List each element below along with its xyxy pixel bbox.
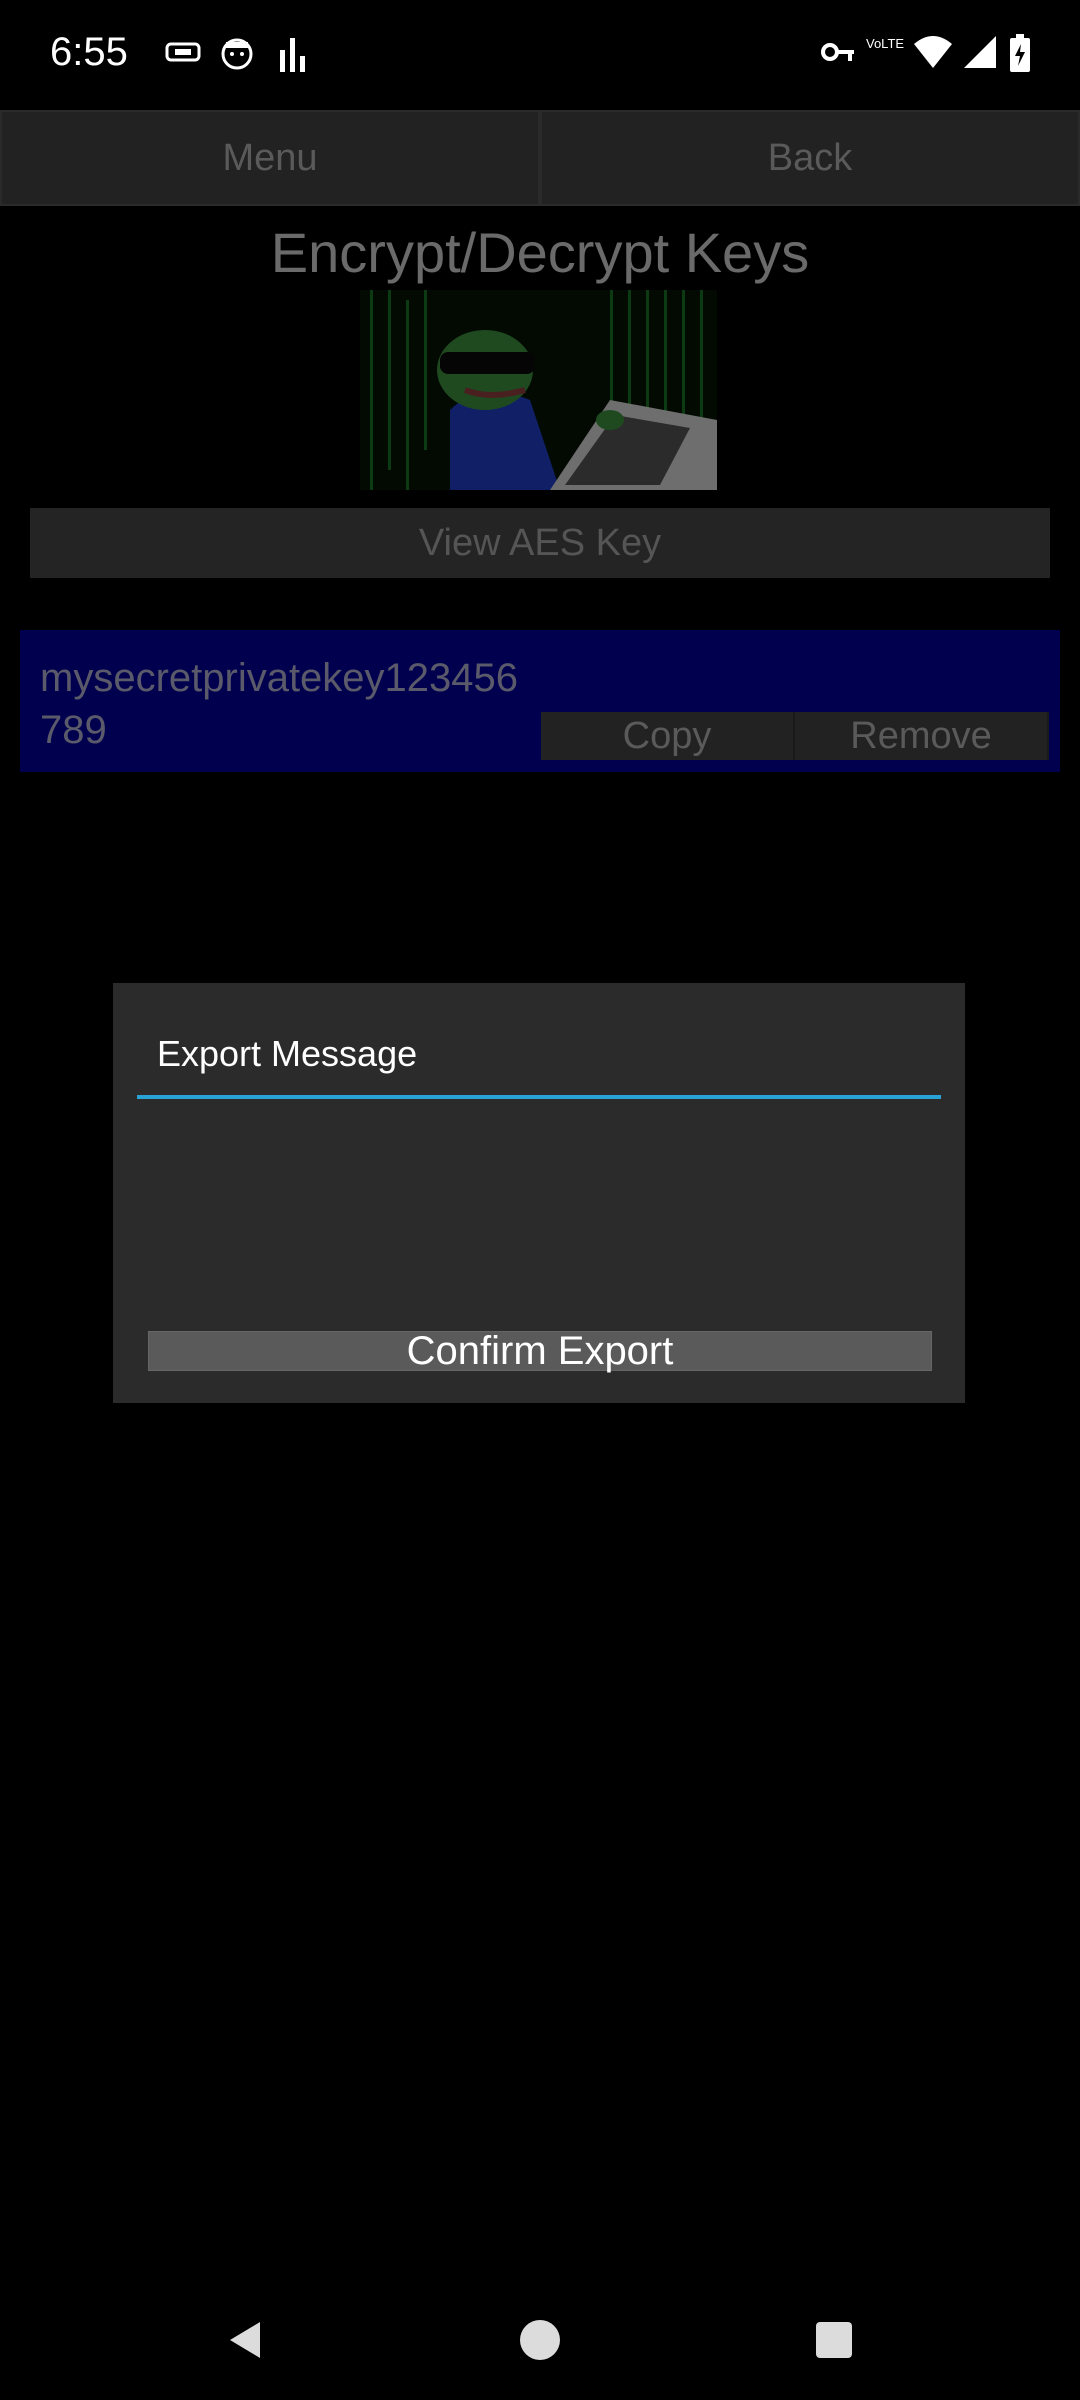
key-icon (821, 43, 854, 61)
view-aes-key-label: View AES Key (418, 521, 662, 564)
volte-icon: VoLTE (866, 36, 905, 51)
export-dialog: Export Message Confirm Export (113, 983, 965, 1403)
export-message-input[interactable]: Export Message (137, 1033, 941, 1085)
input-underline (137, 1095, 941, 1099)
copy-button[interactable]: Copy (541, 712, 795, 760)
page-title: Encrypt/Decrypt Keys (270, 221, 810, 284)
top-toolbar: Menu Back (0, 110, 1080, 208)
hacker-illustration (360, 290, 717, 490)
remove-button-label: Remove (850, 714, 992, 757)
view-aes-key-button[interactable]: View AES Key (30, 508, 1050, 578)
status-bar: 6:55 VoLTE (0, 0, 1080, 110)
confirm-export-button[interactable]: Confirm Export (148, 1328, 932, 1373)
home-nav-icon[interactable] (518, 2318, 562, 2362)
menu-button-label: Menu (222, 136, 318, 179)
wifi-icon (914, 36, 952, 68)
volte-label: VoLTE (866, 36, 905, 51)
confirm-export-label: Confirm Export (406, 1328, 674, 1373)
copy-button-label: Copy (622, 714, 712, 757)
export-message-placeholder: Export Message (157, 1033, 418, 1074)
battery-icon (1010, 34, 1030, 72)
back-button-label: Back (767, 136, 853, 179)
menu-button[interactable]: Menu (0, 110, 540, 206)
cast-icon (165, 42, 201, 62)
system-nav-bar (0, 2290, 1080, 2400)
cell-signal-icon (964, 36, 996, 68)
status-time: 6:55 (50, 30, 128, 74)
back-button[interactable]: Back (540, 110, 1080, 206)
key-value: mysecretprivatekey123456789 (40, 656, 519, 752)
key-list-item: mysecretprivatekey123456789 Copy Remove (20, 630, 1060, 772)
android-face-icon (221, 38, 253, 70)
remove-button[interactable]: Remove (795, 712, 1049, 760)
back-nav-icon[interactable] (224, 2318, 268, 2362)
signal-bars-icon (280, 38, 305, 72)
recents-nav-icon[interactable] (814, 2320, 854, 2360)
